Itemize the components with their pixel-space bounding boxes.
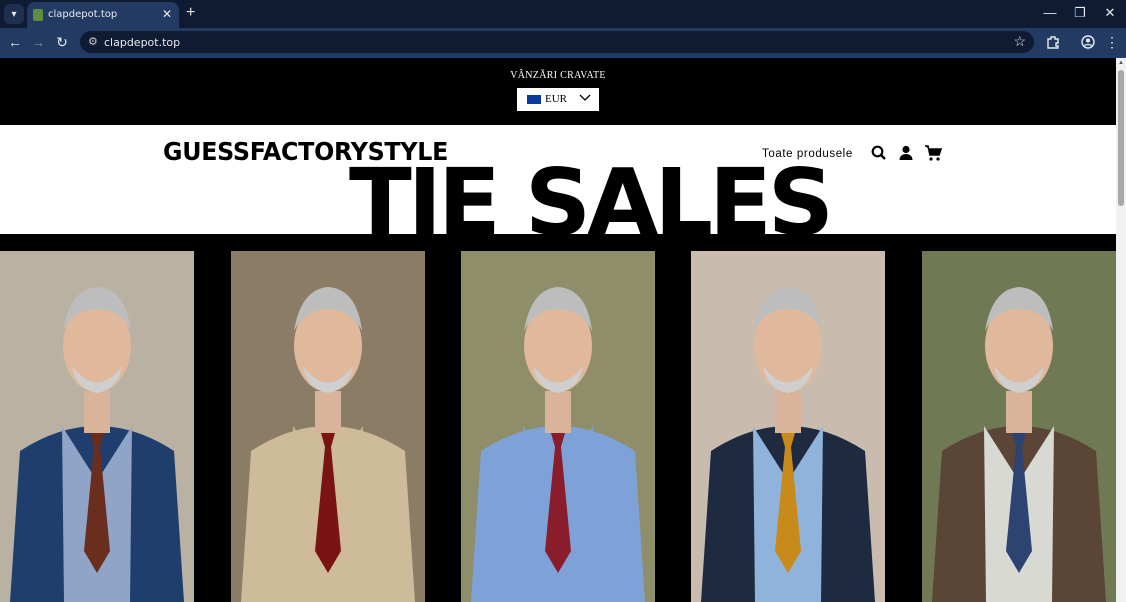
model-photo[interactable] — [922, 251, 1116, 602]
site-info-icon[interactable]: ⚙ — [88, 35, 98, 48]
model-photo[interactable] — [461, 251, 655, 602]
shop-favicon-icon — [33, 9, 43, 21]
browser-tab[interactable]: clapdepot.top ✕ — [27, 2, 179, 28]
model-photo[interactable] — [691, 251, 885, 602]
eu-flag-icon — [527, 95, 541, 104]
address-bar[interactable]: ⚙ clapdepot.top ☆ — [80, 31, 1034, 53]
profile-icon[interactable] — [1080, 34, 1096, 50]
close-window-icon[interactable]: ✕ — [1100, 5, 1120, 21]
hero-banner-text: TIE SALES — [349, 149, 834, 235]
close-tab-icon[interactable]: ✕ — [162, 7, 172, 21]
cart-icon[interactable] — [923, 143, 943, 163]
site-header: GUESSFACTORYSTYLE Toate produsele TIE SA… — [0, 125, 1116, 234]
tab-title: clapdepot.top — [48, 9, 118, 20]
currency-value: EUR — [545, 93, 567, 105]
search-icon[interactable] — [869, 143, 889, 163]
forward-arrow-icon[interactable]: → — [29, 34, 47, 50]
browser-tab-bar: ▾ clapdepot.top ✕ + — ❐ ✕ — [0, 0, 1126, 28]
announcement-bar: VÂNZĂRI CRAVATE EUR — [0, 58, 1116, 125]
tab-list-button[interactable]: ▾ — [4, 4, 24, 24]
model-photo[interactable] — [0, 251, 194, 602]
account-icon[interactable] — [896, 143, 916, 163]
bookmark-star-icon[interactable]: ☆ — [1013, 33, 1026, 50]
model-photo[interactable] — [231, 251, 425, 602]
reload-icon[interactable]: ↻ — [53, 34, 71, 51]
chevron-down-icon — [579, 94, 591, 101]
scrollbar-thumb[interactable] — [1118, 70, 1124, 206]
minimize-icon[interactable]: — — [1040, 5, 1060, 20]
currency-selector[interactable]: EUR — [517, 88, 599, 111]
browser-toolbar: ← → ↻ ⚙ clapdepot.top ☆ ⋮ — [0, 28, 1126, 56]
announcement-text: VÂNZĂRI CRAVATE — [510, 70, 606, 81]
scroll-up-arrow-icon[interactable]: ▲ — [1116, 58, 1126, 68]
extensions-icon[interactable] — [1045, 34, 1061, 50]
back-arrow-icon[interactable]: ← — [6, 34, 24, 50]
url-text[interactable]: clapdepot.top — [104, 36, 180, 49]
restore-icon[interactable]: ❐ — [1070, 5, 1090, 21]
browser-menu-icon[interactable]: ⋮ — [1103, 34, 1121, 51]
new-tab-button[interactable]: + — [186, 4, 195, 22]
webpage: VÂNZĂRI CRAVATE EUR GUESSFACTORYSTYLE To… — [0, 58, 1116, 602]
